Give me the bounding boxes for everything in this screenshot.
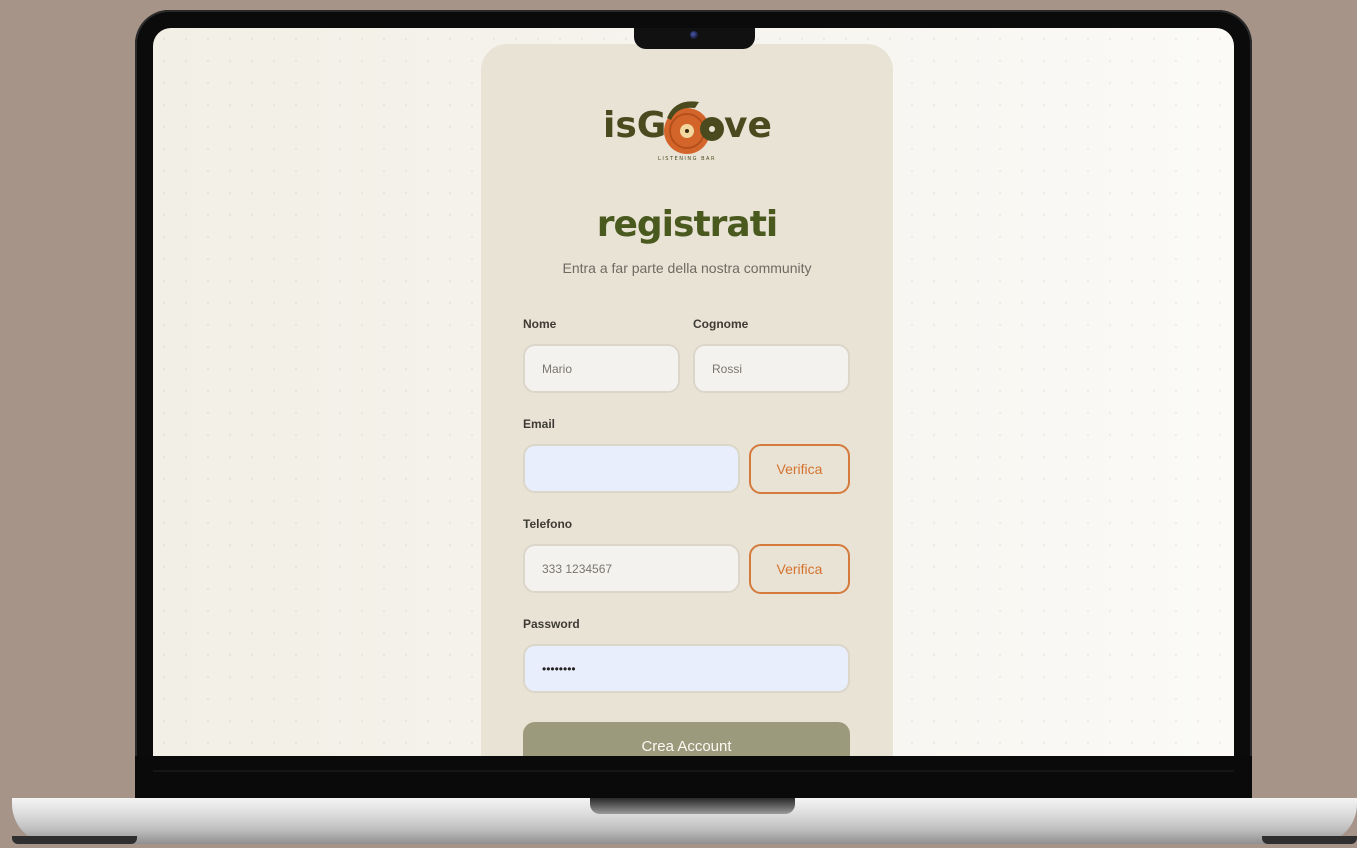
telefono-input[interactable]: 333 1234567 (523, 544, 740, 593)
svg-text:LISTENING BAR: LISTENING BAR (658, 156, 716, 162)
screen-bottom-bezel (135, 756, 1252, 800)
bezel-divider (153, 770, 1234, 772)
verify-telefono-button[interactable]: Verifica (749, 544, 850, 594)
webcam-icon (690, 31, 698, 39)
svg-text:ve: ve (724, 105, 772, 146)
email-input[interactable] (523, 444, 740, 493)
create-account-button[interactable]: Crea Account (523, 722, 850, 756)
cognome-label: Cognome (693, 317, 749, 331)
isgroove-logo: isGr ve LISTENING BAR (603, 101, 772, 162)
telefono-value: 333 1234567 (542, 561, 613, 576)
page-title: registrati (596, 204, 779, 245)
cognome-input[interactable]: Rossi (693, 344, 850, 393)
laptop-foot-right (1262, 836, 1357, 844)
page-subtitle: Entra a far parte della nostra community (562, 260, 812, 276)
signup-card: isGr ve LISTENING BAR registrati Entra a… (481, 44, 893, 756)
telefono-label: Telefono (523, 517, 573, 531)
nome-label: Nome (523, 317, 557, 331)
camera-notch (634, 28, 755, 49)
email-label: Email (523, 417, 556, 431)
nome-value: Mario (542, 361, 573, 376)
password-value: •••••••• (542, 661, 576, 676)
cognome-value: Rossi (712, 361, 743, 376)
verify-email-button[interactable]: Verifica (749, 444, 850, 494)
password-input[interactable]: •••••••• (523, 644, 850, 693)
laptop-hinge (590, 798, 795, 814)
laptop-base (12, 798, 1357, 844)
password-label: Password (523, 617, 580, 631)
nome-input[interactable]: Mario (523, 344, 680, 393)
browser-viewport: isGr ve LISTENING BAR registrati Entra a… (153, 28, 1234, 756)
laptop-foot-left (12, 836, 137, 844)
